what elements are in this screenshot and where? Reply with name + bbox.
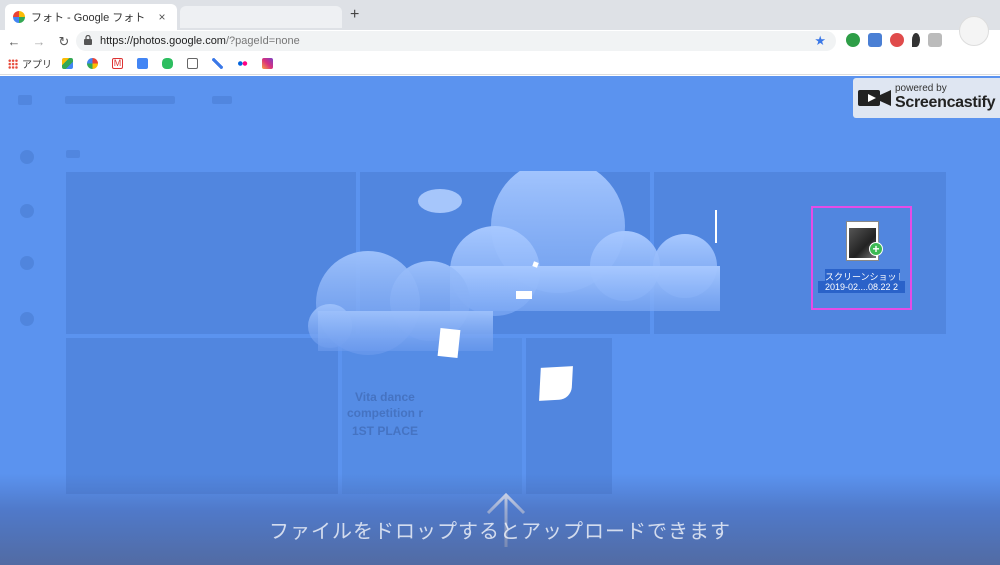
flickr-icon — [237, 58, 248, 69]
pen-icon — [212, 58, 223, 69]
bookmark-pen[interactable] — [212, 58, 227, 69]
drop-overlay[interactable]: Vita dance competition r 1ST PLACE ファイルを… — [0, 76, 1000, 565]
sidebar-photos-icon — [20, 150, 34, 164]
post-text-line: competition r — [347, 406, 424, 420]
photo-tile — [526, 338, 612, 494]
extension-translate-icon[interactable] — [868, 33, 882, 47]
back-button[interactable]: ← — [3, 34, 25, 49]
profile-avatar[interactable] — [959, 16, 989, 46]
screencastify-brand: Screencastify — [895, 94, 996, 111]
evernote-icon — [162, 58, 173, 69]
tab-close-icon[interactable]: × — [155, 10, 169, 24]
screencastify-logo-icon — [858, 90, 891, 106]
tab-google-photos[interactable]: フォト - Google フォト × — [5, 4, 177, 30]
photo-tile — [66, 338, 338, 494]
menu-icon — [18, 95, 32, 105]
powered-by-label: powered by — [895, 83, 947, 94]
extension-red-icon[interactable] — [890, 33, 904, 47]
drop-message: ファイルをドロップするとアップロードできます — [269, 521, 731, 543]
extension-pin-icon[interactable] — [912, 33, 920, 47]
lock-icon — [84, 34, 94, 47]
bookmark-star-icon[interactable]: ★ — [814, 33, 826, 49]
url-host: https://photos.google.com — [100, 35, 226, 47]
instagram-icon — [262, 58, 273, 69]
paper-fragment — [437, 328, 461, 358]
bookmark-apps[interactable]: アプリ — [8, 56, 52, 71]
text-cursor — [715, 210, 717, 243]
tab-strip: フォト - Google フォト × + — [0, 0, 1000, 30]
apps-grid-icon — [8, 58, 18, 69]
google-photos-favicon-icon — [13, 11, 25, 23]
calendar-icon — [137, 58, 148, 69]
post-text-line: Vita dance — [355, 390, 415, 404]
search-ghost — [212, 96, 232, 104]
document-icon — [187, 58, 198, 69]
file-name-line2: 2019-02....08.22 2 — [818, 281, 905, 293]
date-ghost — [66, 150, 80, 158]
forward-button[interactable]: → — [28, 34, 50, 49]
address-bar[interactable]: https://photos.google.com/?pageId=none ★ — [76, 31, 836, 51]
url-path: /?pageId=none — [225, 35, 300, 47]
sidebar-albums-icon — [20, 204, 34, 218]
gmail-icon: M — [112, 58, 123, 69]
bookmark-instagram[interactable] — [262, 58, 277, 69]
reload-button[interactable]: ↻ — [53, 34, 75, 50]
upload-clouds-illustration — [308, 171, 720, 355]
extension-green-icon[interactable] — [846, 33, 860, 47]
photos-logo-ghost — [65, 96, 175, 104]
bookmark-gmail[interactable]: M — [112, 58, 127, 69]
screencastify-watermark: powered by Screencastify — [853, 78, 1000, 118]
bookmarks-bar: アプリ M — [0, 53, 1000, 75]
copy-plus-icon: + — [869, 242, 883, 256]
bookmark-flickr[interactable] — [237, 58, 252, 69]
paper-fragment — [539, 366, 573, 401]
dragged-file[interactable]: + スクリーンショット 2019-02....08.22 2 — [811, 206, 912, 310]
bookmark-calendar[interactable] — [137, 58, 152, 69]
bookmark-drive[interactable] — [62, 58, 77, 69]
bookmark-evernote[interactable] — [162, 58, 177, 69]
photos-icon — [87, 58, 98, 69]
paper-fragment — [516, 291, 532, 299]
tab-empty[interactable] — [180, 6, 342, 28]
post-text-line: 1ST PLACE — [352, 424, 419, 438]
extensions-area — [846, 33, 942, 47]
tab-title: フォト - Google フォト — [31, 12, 146, 24]
bookmark-apps-label: アプリ — [22, 60, 52, 71]
extension-gray-icon[interactable] — [928, 33, 942, 47]
bookmark-doc[interactable] — [187, 58, 202, 69]
sidebar-sharing-icon — [20, 312, 34, 326]
drive-icon — [62, 58, 73, 69]
sidebar-assistant-icon — [20, 256, 34, 270]
bookmark-photos[interactable] — [87, 58, 102, 69]
new-tab-button[interactable]: + — [350, 6, 359, 24]
